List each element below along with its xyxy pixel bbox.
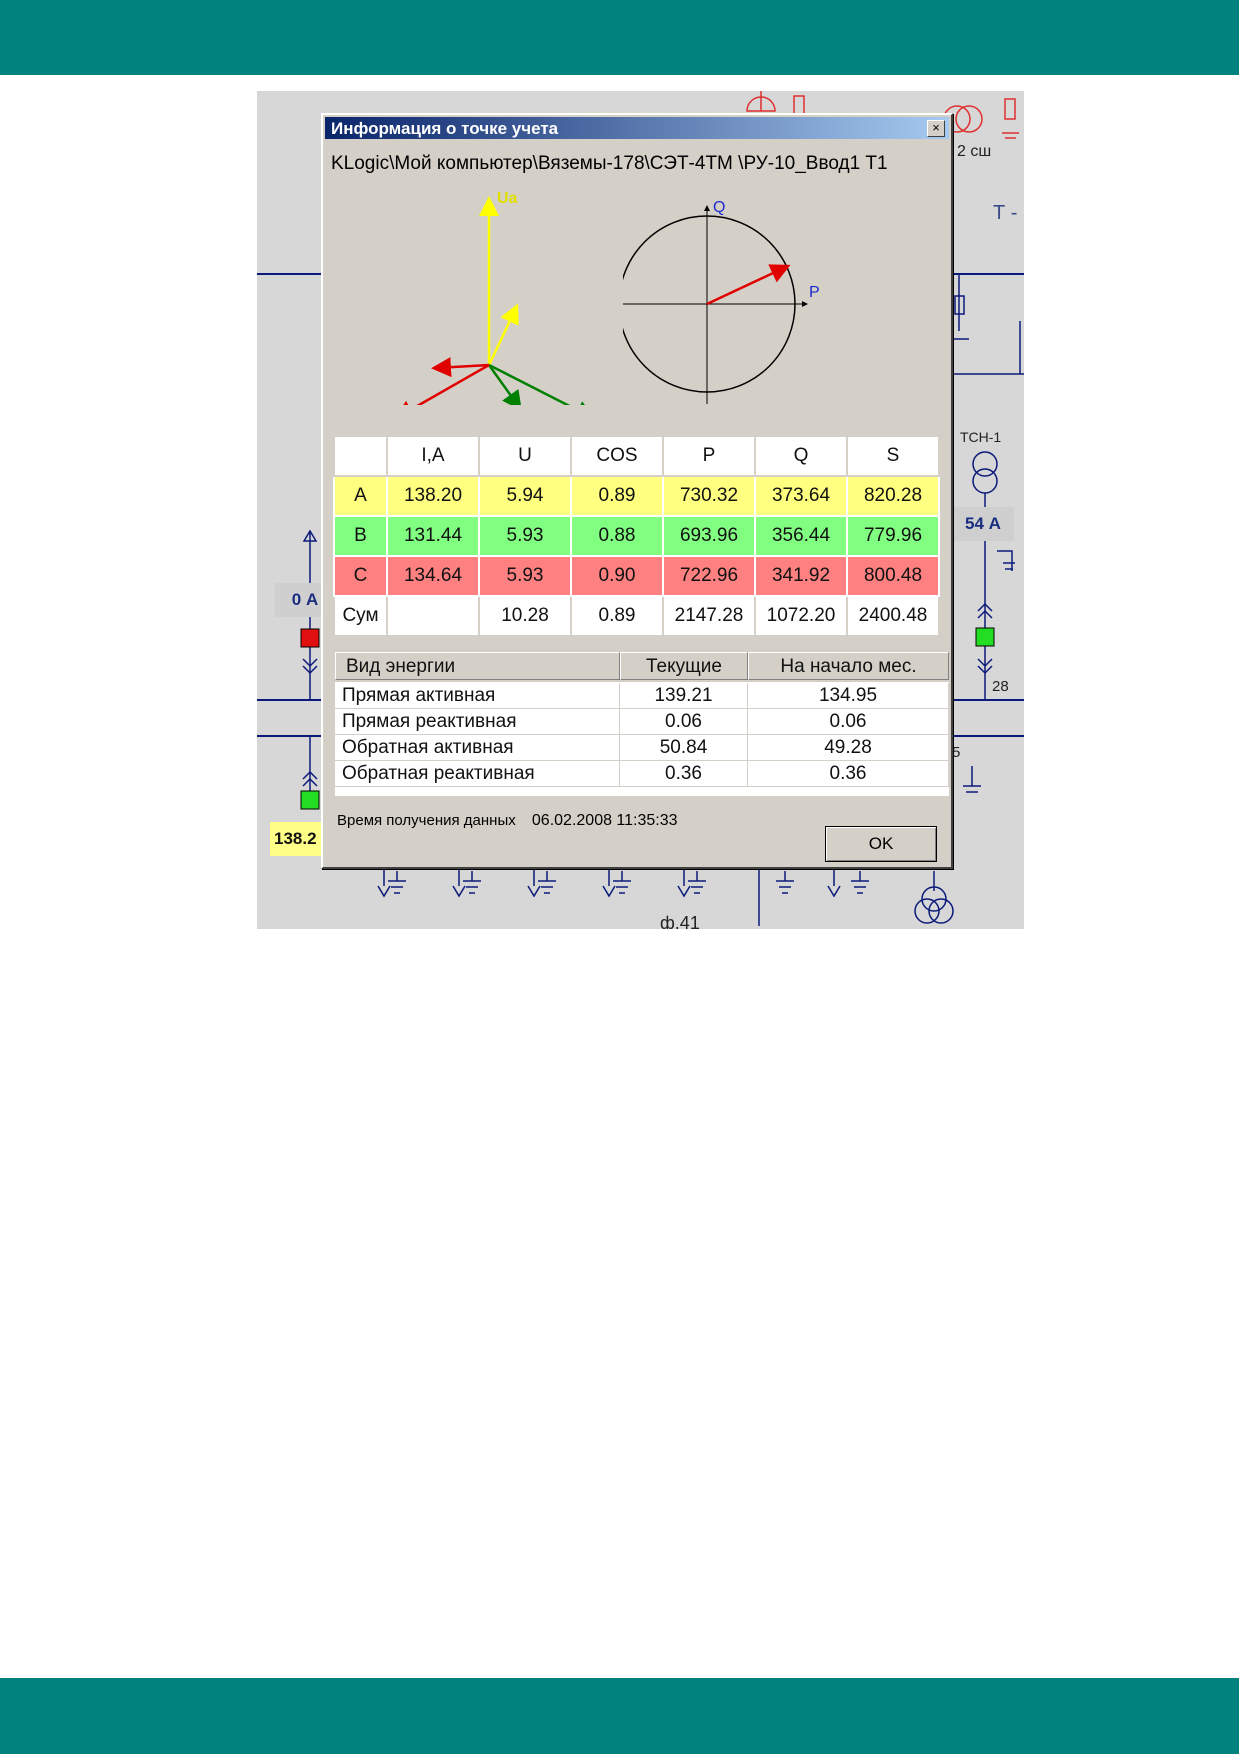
table-cell: C: [333, 555, 388, 597]
screenshot: 2 сш Т - ТСН-1 0 А 54 А 28 5 138.2 ф.41 …: [257, 91, 1024, 929]
table-cell: 722.96: [662, 555, 756, 597]
vector-ua: [479, 196, 519, 366]
bus-label-2sh: 2 сш: [957, 143, 992, 160]
column-header-current[interactable]: Текущие: [620, 652, 748, 680]
column-header-energy-type[interactable]: Вид энергии: [335, 652, 620, 680]
table-row: B 131.44 5.93 0.88 693.96 356.44 779.96: [333, 515, 940, 557]
table-cell: 134.64: [386, 555, 480, 597]
column-header: COS: [570, 435, 664, 477]
energy-table: Вид энергии Текущие На начало мес. Пряма…: [335, 652, 949, 796]
vector-ub: [487, 363, 596, 405]
table-row[interactable]: Прямая реактивная 0.06 0.06: [335, 709, 949, 735]
table-cell: 693.96: [662, 515, 756, 557]
table-cell: 5.93: [478, 515, 572, 557]
energy-current: 50.84: [620, 735, 748, 760]
column-header-month-start[interactable]: На начало мес.: [748, 652, 949, 680]
dialog-title: Информация о точке учета: [331, 119, 559, 138]
table-cell: 341.92: [754, 555, 848, 597]
transformer-label-t: Т -: [993, 202, 1018, 224]
table-cell: 356.44: [754, 515, 848, 557]
phase-table: I,A U COS P Q S A 138.20 5.94 0.89 730.3…: [333, 435, 940, 637]
table-cell: 5.94: [478, 475, 572, 517]
label-p: P: [809, 284, 820, 301]
table-cell: 0.88: [570, 515, 664, 557]
power-vector: [706, 264, 791, 306]
table-row[interactable]: Прямая активная 139.21 134.95: [335, 683, 949, 709]
table-row[interactable]: Обратная активная 50.84 49.28: [335, 735, 949, 761]
power-pq-diagram: Q P: [623, 199, 820, 404]
vector-uc: [393, 357, 490, 405]
column-header: Q: [754, 435, 848, 477]
energy-current: 0.36: [620, 761, 748, 786]
header-band: [0, 0, 1239, 75]
tsn-label: ТСН-1: [960, 429, 1002, 445]
energy-type: Обратная реактивная: [335, 761, 620, 786]
metering-point-path: KLogic\Мой компьютер\Вяземы-178\СЭТ-4ТМ …: [331, 153, 888, 174]
table-cell: 2400.48: [846, 595, 940, 637]
energy-month-start: 49.28: [748, 735, 949, 760]
current-box-yellow: 138.2: [270, 822, 326, 856]
table-cell: 779.96: [846, 515, 940, 557]
table-cell: 10.28: [478, 595, 572, 637]
feeder-number-5: 5: [952, 744, 961, 761]
column-header: U: [478, 435, 572, 477]
data-timestamp: Время получения данных 06.02.2008 11:35:…: [337, 812, 678, 830]
column-header: [333, 435, 388, 477]
table-cell: 2147.28: [662, 595, 756, 637]
info-dialog: Информация о точке учета × KLogic\Мой ко…: [321, 113, 953, 869]
energy-type: Прямая активная: [335, 683, 620, 708]
table-cell: A: [333, 475, 388, 517]
table-cell: 1072.20: [754, 595, 848, 637]
table-row[interactable]: Обратная реактивная 0.36 0.36: [335, 761, 949, 787]
energy-current: 139.21: [620, 683, 748, 708]
energy-month-start: 0.06: [748, 709, 949, 734]
table-cell: 138.20: [386, 475, 480, 517]
energy-table-header: Вид энергии Текущие На начало мес.: [335, 652, 949, 682]
table-cell: Сум: [333, 595, 388, 637]
table-row: C 134.64 5.93 0.90 722.96 341.92 800.48: [333, 555, 940, 597]
table-cell: 800.48: [846, 555, 940, 597]
energy-current: 0.06: [620, 709, 748, 734]
table-cell: 5.93: [478, 555, 572, 597]
table-cell: 820.28: [846, 475, 940, 517]
footer-band: [0, 1678, 1239, 1754]
phase-table-header: I,A U COS P Q S: [333, 435, 940, 477]
column-header: S: [846, 435, 940, 477]
table-cell: 131.44: [386, 515, 480, 557]
energy-month-start: 134.95: [748, 683, 949, 708]
table-cell: [386, 595, 480, 637]
table-row: Сум 10.28 0.89 2147.28 1072.20 2400.48: [333, 595, 940, 637]
close-button[interactable]: ×: [927, 120, 945, 137]
energy-month-start: 0.36: [748, 761, 949, 786]
timestamp-value: 06.02.2008 11:35:33: [531, 812, 678, 829]
label-ua: Ua: [497, 190, 518, 207]
table-cell: 0.89: [570, 475, 664, 517]
feeder-label: ф.41: [660, 913, 700, 929]
voltage-vector-diagram: Ua Ub Uc: [393, 190, 596, 405]
ok-button[interactable]: OK: [825, 826, 937, 862]
energy-type: Прямая реактивная: [335, 709, 620, 734]
current-box-right: 54 А: [952, 507, 1014, 541]
table-row: A 138.20 5.94 0.89 730.32 373.64 820.28: [333, 475, 940, 517]
table-cell: 0.89: [570, 595, 664, 637]
dialog-titlebar[interactable]: Информация о точке учета ×: [325, 117, 949, 139]
feeder-number-28: 28: [992, 678, 1009, 695]
column-header: P: [662, 435, 756, 477]
label-q: Q: [713, 199, 725, 216]
timestamp-label: Время получения данных: [337, 812, 516, 829]
table-cell: 0.90: [570, 555, 664, 597]
table-cell: 730.32: [662, 475, 756, 517]
energy-type: Обратная активная: [335, 735, 620, 760]
column-header: I,A: [386, 435, 480, 477]
table-cell: 373.64: [754, 475, 848, 517]
table-cell: B: [333, 515, 388, 557]
